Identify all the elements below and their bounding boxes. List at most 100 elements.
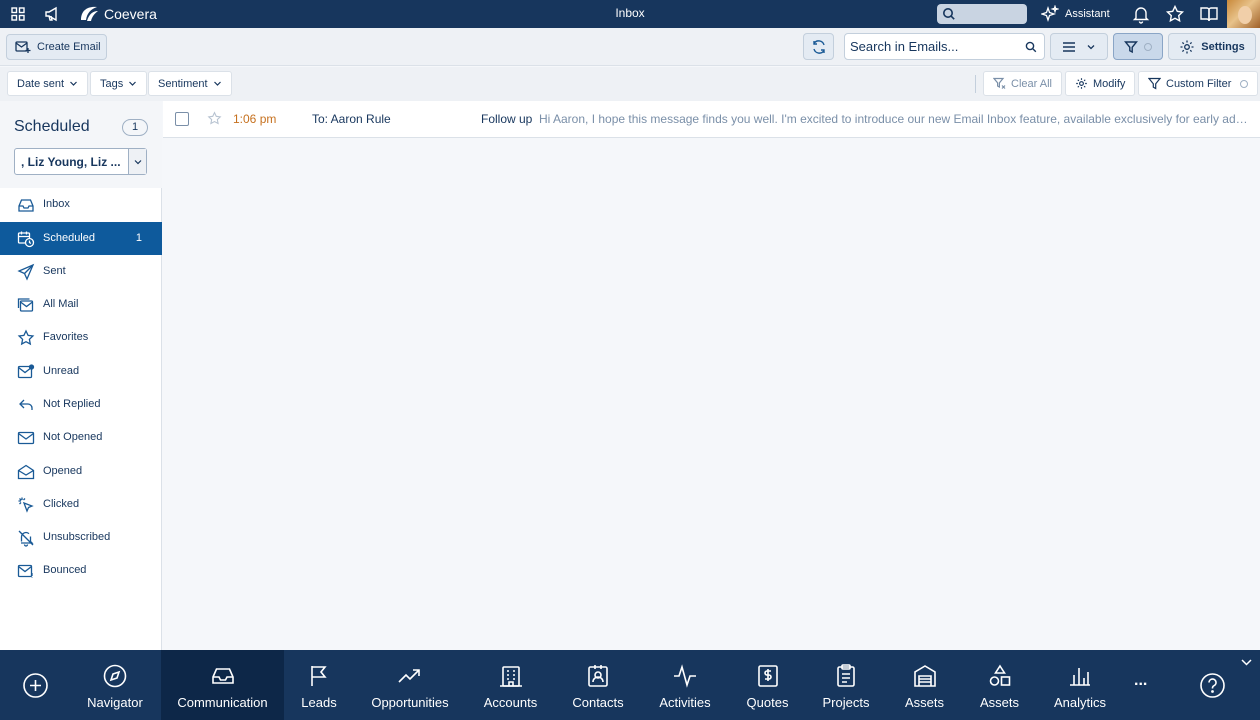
global-search[interactable] [937,4,1027,24]
contact-card-icon [585,663,611,689]
sidebar-item-sent[interactable]: Sent [0,255,162,288]
nav-label: Analytics [1053,695,1107,710]
mailbox-select[interactable]: , Liz Young, Liz ... [14,148,147,175]
nav-label: Communication [177,695,268,710]
chevron-down-icon [70,81,78,86]
sidebar-item-unread[interactable]: Unread [0,355,162,388]
sidebar-item-all-mail[interactable]: All Mail [0,288,162,321]
email-recipient: To: Aaron Rule [312,112,391,126]
logo-icon [81,6,98,21]
menu-icon [1063,41,1075,52]
nav-activities[interactable]: Activities [656,650,714,720]
sidebar-item-not-replied[interactable]: Not Replied [0,388,162,421]
nav-label: Assets [904,695,944,710]
custom-filter-dot [1240,79,1249,88]
reply-icon [17,396,35,414]
gear-icon [1180,40,1194,53]
flag-icon [306,663,332,689]
nav-accounts[interactable]: Accounts [480,650,541,720]
activity-pulse-icon [672,663,698,689]
add-icon[interactable] [22,672,49,699]
mail-sidebar: Scheduled 1 , Liz Young, Liz ... Inbox S… [0,101,162,650]
clear-all-button[interactable]: Clear All [983,71,1062,96]
sidebar-item-opened[interactable]: Opened [0,455,162,488]
view-options-button[interactable] [1050,33,1108,60]
book-icon[interactable] [1199,4,1219,24]
settings-button[interactable]: Settings [1168,33,1256,60]
chevron-down-icon[interactable] [1240,658,1253,667]
nav-contacts[interactable]: Contacts [570,650,626,720]
bar-chart-icon [1067,663,1093,689]
nav-label: Assets [979,695,1019,710]
row-checkbox[interactable] [175,112,189,126]
nav-label: Projects [822,695,870,710]
sidebar-item-clicked[interactable]: Clicked [0,488,162,521]
more-nav-button[interactable]: ... [1134,672,1147,690]
nav-label: Navigator [87,695,143,710]
sidebar-item-label: Not Opened [43,431,103,443]
refresh-button[interactable] [803,33,834,60]
create-email-label: Create Email [37,41,101,53]
sidebar-item-label: Sent [43,265,66,277]
star-icon[interactable] [1165,4,1185,24]
bell-icon[interactable] [1131,4,1151,24]
sidebar-header: Scheduled 1 , Liz Young, Liz ... [0,101,162,188]
nav-assets-warehouse[interactable]: Assets [902,650,947,720]
custom-filter-button[interactable]: Custom Filter [1138,71,1259,96]
sidebar-item-favorites[interactable]: Favorites [0,321,162,354]
sidebar-item-label: Unread [43,365,80,377]
modify-button[interactable]: Modify [1065,71,1136,96]
gear-icon [1076,78,1087,89]
mail-open-icon [17,463,35,481]
refresh-icon [812,39,825,54]
star-icon[interactable] [207,111,222,126]
toolbar: Create Email Settings [0,28,1260,66]
sidebar-item-label: Bounced [43,564,87,576]
search-emails-field[interactable] [844,33,1045,60]
brand-name: Coevera [104,6,157,22]
nav-quotes[interactable]: Quotes [745,650,790,720]
dollar-document-icon [755,663,781,689]
assistant-button[interactable]: Assistant [1041,3,1110,25]
megaphone-icon[interactable] [42,4,62,24]
bell-off-icon [17,529,35,547]
nav-leads[interactable]: Leads [299,650,339,720]
nav-navigator[interactable]: Navigator [86,650,144,720]
modify-label: Modify [1093,77,1126,90]
sidebar-item-inbox[interactable]: Inbox [0,188,162,221]
nav-projects[interactable]: Projects [820,650,872,720]
email-row[interactable]: 1:06 pm To: Aaron Rule Follow up Hi Aaro… [163,101,1260,138]
sidebar-item-label: Inbox [43,198,70,210]
sidebar-item-bounced[interactable]: Bounced [0,554,162,587]
brand-logo[interactable]: Coevera [78,3,157,25]
search-input[interactable] [850,37,1020,56]
mail-plus-icon [15,41,31,53]
sparkle-icon [1041,5,1059,23]
nav-assets-shapes[interactable]: Assets [977,650,1022,720]
chevron-down-icon[interactable] [128,149,146,174]
calendar-clock-icon [17,230,35,248]
sidebar-item-label: All Mail [43,298,79,310]
compass-icon [102,663,128,689]
filter-toggle-button[interactable] [1113,33,1163,60]
help-icon[interactable] [1199,672,1226,699]
folder-title: Scheduled [14,118,90,135]
avatar[interactable] [1227,0,1260,28]
apps-grid-icon[interactable] [8,4,28,24]
settings-label: Settings [1201,40,1245,53]
email-time: 1:06 pm [233,112,277,126]
mail-icon [17,429,35,447]
filter-indicator-dot [1144,42,1152,51]
date-sent-filter[interactable]: Date sent [7,71,89,96]
sidebar-item-scheduled[interactable]: Scheduled 1 [0,222,162,255]
sidebar-item-unsubscribed[interactable]: Unsubscribed [0,521,162,554]
divider [975,75,976,93]
sidebar-item-not-opened[interactable]: Not Opened [0,421,162,454]
tags-filter[interactable]: Tags [90,71,148,96]
mail-bounced-icon [17,562,35,580]
create-email-button[interactable]: Create Email [6,34,107,60]
nav-communication[interactable]: Communication [161,650,284,720]
nav-opportunities[interactable]: Opportunities [368,650,452,720]
sentiment-filter[interactable]: Sentiment [148,71,232,96]
nav-analytics[interactable]: Analytics [1053,650,1107,720]
